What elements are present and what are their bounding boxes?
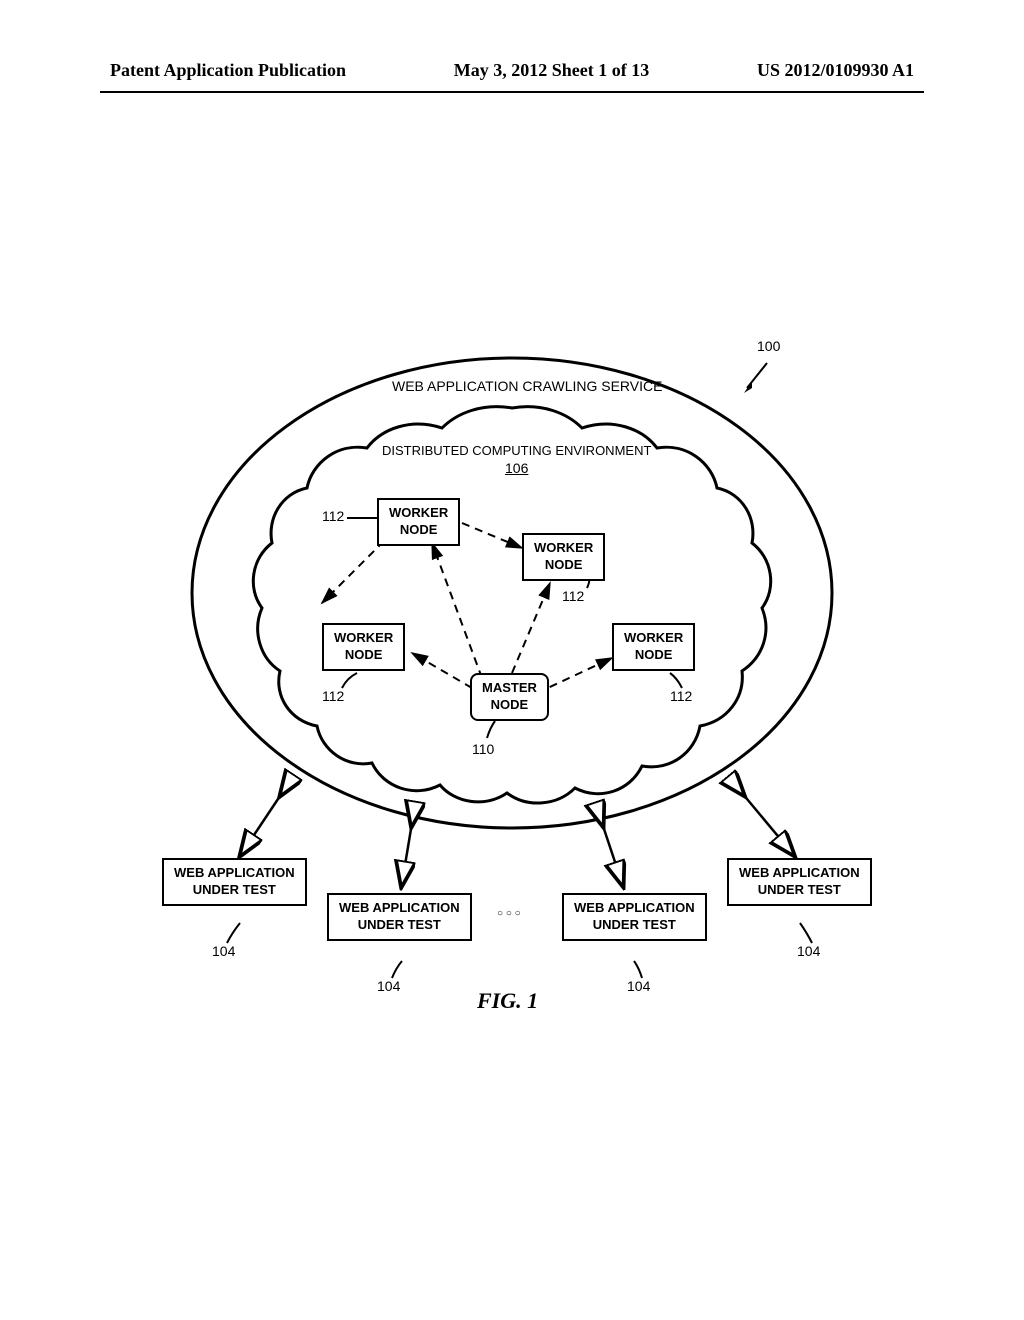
ref-112-br: 112 <box>670 688 692 704</box>
ref-104-3: 104 <box>627 978 650 994</box>
ref-104-2: 104 <box>377 978 400 994</box>
env-title: DISTRIBUTED COMPUTING ENVIRONMENT 106 <box>382 443 651 476</box>
env-title-text: DISTRIBUTED COMPUTING ENVIRONMENT <box>382 443 651 458</box>
ref-100: 100 <box>757 338 780 354</box>
master-node: MASTER NODE <box>470 673 549 721</box>
diagram-container: 100 WEB APPLICATION CRAWLING SERVICE DIS… <box>112 323 912 1043</box>
header-center: May 3, 2012 Sheet 1 of 13 <box>454 60 649 81</box>
header-left: Patent Application Publication <box>110 60 346 81</box>
figure-label: FIG. 1 <box>477 988 538 1014</box>
ref-112-tl: 112 <box>322 508 344 524</box>
ref-104-1: 104 <box>212 943 235 959</box>
worker-node-bl: WORKER NODE <box>322 623 405 671</box>
web-app-2: WEB APPLICATION UNDER TEST <box>327 893 472 941</box>
web-app-3: WEB APPLICATION UNDER TEST <box>562 893 707 941</box>
service-title: WEB APPLICATION CRAWLING SERVICE <box>392 378 662 394</box>
ellipsis: ○ ○ ○ <box>497 908 521 919</box>
worker-node-br: WORKER NODE <box>612 623 695 671</box>
worker-node-tr: WORKER NODE <box>522 533 605 581</box>
ref-112-bl: 112 <box>322 688 344 704</box>
ref-110: 110 <box>472 741 494 757</box>
header-right: US 2012/0109930 A1 <box>757 60 914 81</box>
env-title-ref: 106 <box>382 460 651 476</box>
ref-104-4: 104 <box>797 943 820 959</box>
web-app-4: WEB APPLICATION UNDER TEST <box>727 858 872 906</box>
header-divider <box>100 91 924 93</box>
web-app-1: WEB APPLICATION UNDER TEST <box>162 858 307 906</box>
ref-112-tr: 112 <box>562 588 584 604</box>
worker-node-tl: WORKER NODE <box>377 498 460 546</box>
